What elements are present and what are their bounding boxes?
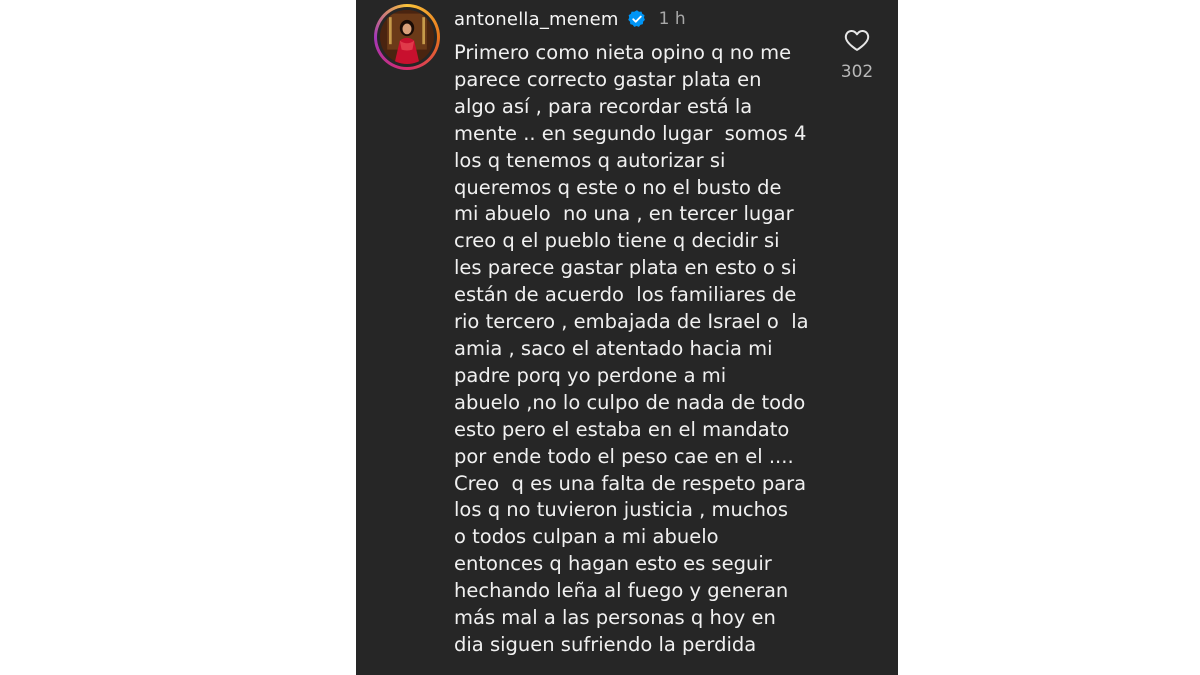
comment-line: les parece gastar plata en esto o si [454, 256, 797, 280]
verified-badge-icon [627, 9, 647, 29]
comment-line: los q no tuvieron justicia , muchos [454, 498, 789, 522]
comment-line: dia siguen sufriendo la perdida [454, 632, 757, 656]
comment-line: están de acuerdo los familiares de [454, 283, 797, 307]
comment-line: mente .. en segundo lugar somos 4 [454, 121, 807, 145]
like-count: 302 [840, 62, 874, 82]
heart-icon[interactable] [843, 26, 871, 54]
like-control: 302 [834, 26, 880, 82]
comment-line: rio tercero , embajada de Israel o la [454, 310, 809, 334]
comment-timestamp: 1 h [658, 9, 686, 29]
comment-line: abuelo ,no lo culpo de nada de todo [454, 390, 806, 414]
comment-line: creo q el pueblo tiene q decidir si [454, 229, 780, 253]
comment-text: Primero como nieta opino q no me parece … [454, 40, 819, 659]
comment-header: antonella_menem 1 h [454, 6, 686, 32]
comment-line: queremos q este o no el busto de [454, 175, 782, 199]
comment-line: más mal a las personas q hoy en [454, 606, 776, 630]
username[interactable]: antonella_menem [454, 9, 619, 30]
page: antonella_menem 1 h Primero como nieta o… [0, 0, 1200, 675]
comment-line: los q tenemos q autorizar si [454, 148, 726, 172]
comment-line: parece correcto gastar plata en [454, 67, 762, 91]
comment-panel: antonella_menem 1 h Primero como nieta o… [356, 0, 898, 675]
comment-line: por ende todo el peso cae en el .... [454, 444, 794, 468]
comment-line: esto pero el estaba en el mandato [454, 417, 790, 441]
comment-line: Primero como nieta opino q no me [454, 41, 792, 64]
comment-line: hechando leña al fuego y generan [454, 579, 789, 603]
comment-line: amia , saco el atentado hacia mi [454, 336, 773, 360]
comment-line: padre porq yo perdone a mi [454, 363, 727, 387]
comment-line: Creo q es una falta de respeto para [454, 471, 807, 495]
comment-line: o todos culpan a mi abuelo [454, 525, 719, 549]
comment-line: mi abuelo no una , en tercer lugar [454, 202, 794, 226]
comment-line: algo así , para recordar está la [454, 94, 753, 118]
avatar[interactable] [374, 4, 440, 70]
profile-picture-icon [380, 10, 434, 64]
avatar-photo [380, 10, 434, 64]
comment-line: entonces q hagan esto es seguir [454, 552, 772, 576]
